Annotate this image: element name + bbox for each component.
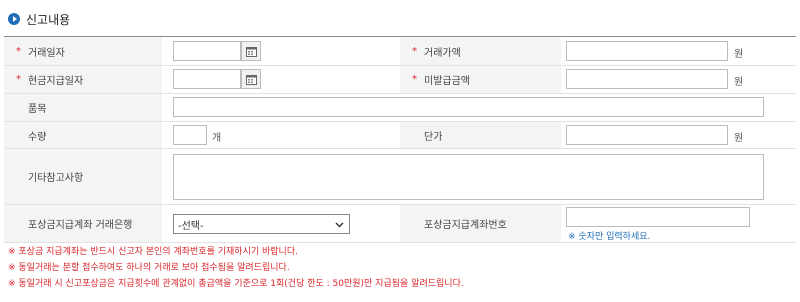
unit-price-label: 단가 [400,122,561,148]
trade-amount-unit: 원 [734,49,744,60]
unit-price-unit: 원 [734,133,744,144]
bank-label-text: 포상금지급계좌 거래은행 [28,220,133,231]
row-account: 포상금지급계좌 거래은행 -선택- 포상금지급계좌번호 ※ 숫자만 입력하세요. [4,205,796,243]
row-cash: * 현금지급일자 * 미발급금액 원 [4,66,796,94]
item-label: 품목 [4,94,162,121]
required-mark: * [412,45,417,57]
bank-select[interactable]: -선택- [173,214,350,234]
calendar-icon[interactable] [241,69,261,89]
report-form: * 거래일자 * 거래가액 원 * 현금지급일자 * 미발급금액 원 품목 수량… [4,36,796,243]
remarks-textarea[interactable] [173,154,764,200]
remarks-label-text: 기타참고사항 [28,173,84,184]
unpaid-amount-label: * 미발급금액 [400,66,561,93]
unpaid-amount-unit: 원 [734,77,744,88]
quantity-input[interactable] [173,125,207,145]
section-title-text: 신고내용 [26,12,71,27]
cash-date-label-text: 현금지급일자 [28,76,84,87]
row-remarks: 기타참고사항 [4,149,796,205]
trade-amount-label-text: 거래가액 [424,47,461,59]
notes: ※ 포상금 지급계좌는 반드시 신고자 본인의 계좌번호를 기재하시기 바랍니다… [8,244,464,292]
section-title: 신고내용 [8,10,70,28]
quantity-label: 수량 [4,122,162,148]
account-label: 포상금지급계좌번호 [400,205,561,242]
item-input[interactable] [173,97,764,117]
row-quantity: 수량 개 단가 원 [4,122,796,149]
trade-date-label: * 거래일자 [4,37,162,65]
required-mark: * [412,74,417,85]
bank-label: 포상금지급계좌 거래은행 [4,205,162,242]
arrow-circle-icon [8,13,20,25]
quantity-unit: 개 [212,133,222,144]
required-mark: * [16,74,21,85]
trade-amount-input[interactable] [566,41,728,61]
chevron-down-icon [335,222,344,228]
note-item: ※ 동일거래 시 신고포상금은 지급횟수에 관계없이 총금액을 기준으로 1회(… [8,279,464,289]
bank-select-value: -선택- [178,220,204,232]
cash-date-input[interactable] [173,69,241,89]
quantity-label-text: 수량 [28,131,47,143]
account-hint: ※ 숫자만 입력하세요. [568,232,651,242]
account-input[interactable] [566,207,750,227]
remarks-label: 기타참고사항 [4,149,162,204]
note-item: ※ 포상금 지급계좌는 반드시 신고자 본인의 계좌번호를 기재하시기 바랍니다… [8,247,298,257]
required-mark: * [16,45,21,57]
unit-price-label-text: 단가 [424,131,443,143]
item-label-text: 품목 [28,104,47,115]
row-item: 품목 [4,94,796,122]
unit-price-input[interactable] [566,125,728,145]
unpaid-amount-label-text: 미발급금액 [424,76,470,87]
trade-date-label-text: 거래일자 [28,47,65,59]
calendar-icon[interactable] [241,41,261,61]
trade-amount-label: * 거래가액 [400,37,561,65]
trade-date-input[interactable] [173,41,241,61]
cash-date-label: * 현금지급일자 [4,66,162,93]
unpaid-amount-input[interactable] [566,69,728,89]
note-item: ※ 동일거래는 분할 접수하여도 하나의 거래로 보아 접수됨을 알려드립니다. [8,263,290,273]
account-label-text: 포상금지급계좌번호 [424,220,507,231]
row-trade: * 거래일자 * 거래가액 원 [4,37,796,66]
